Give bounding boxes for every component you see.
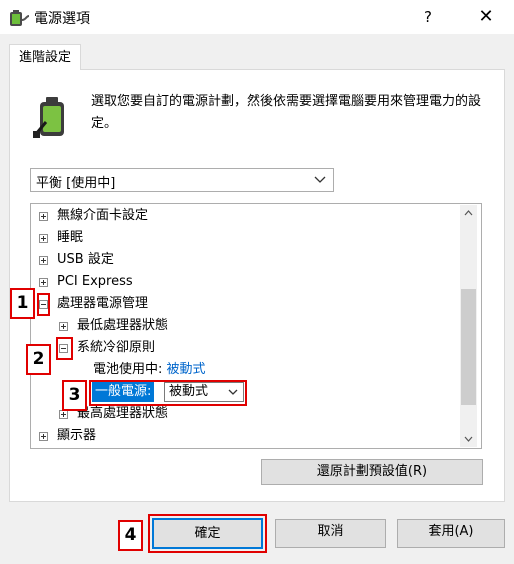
description-text: 選取您要自訂的電源計劃，然後依需要選擇電腦要用來管理電力的設定。	[91, 94, 482, 131]
power-battery-icon	[8, 8, 30, 28]
cancel-button[interactable]: 取消	[275, 519, 386, 548]
restore-defaults-button[interactable]: 還原計劃預設值(R)	[261, 459, 483, 485]
callout-number-1: 1	[10, 288, 35, 319]
settings-tree[interactable]: 無線介面卡設定 睡眠 USB 設定 PCI Express 處理器電源管理 最低…	[30, 203, 482, 449]
tree-item-label: 顯示器	[57, 428, 97, 443]
apply-button[interactable]: 套用(A)	[397, 519, 505, 548]
callout-number-4: 4	[118, 520, 143, 551]
callout-box-1	[37, 293, 50, 316]
callout-number-2: 2	[26, 344, 51, 375]
expand-icon[interactable]	[39, 278, 48, 287]
expand-icon[interactable]	[39, 256, 48, 265]
expand-icon[interactable]	[59, 410, 68, 419]
tree-item-label: USB 設定	[57, 252, 114, 267]
callout-box-2	[56, 337, 73, 360]
tree-item-label: 最低處理器狀態	[77, 318, 169, 333]
setting-value-link[interactable]: 被動式	[167, 362, 206, 377]
battery-plug-icon	[30, 94, 76, 140]
scrollbar-thumb[interactable]	[461, 289, 476, 405]
expand-icon[interactable]	[59, 322, 68, 331]
chevron-down-icon	[313, 171, 327, 187]
tree-item-label: 最高處理器狀態	[77, 406, 169, 421]
tree-item-label: 系統冷卻原則	[77, 340, 156, 355]
tree-item-label: 處理器電源管理	[57, 296, 149, 311]
callout-box-3	[89, 380, 247, 406]
power-plan-select[interactable]: 平衡 [使用中]	[30, 168, 334, 192]
tab-advanced-settings[interactable]: 進階設定	[9, 44, 81, 70]
help-button[interactable]: ?	[410, 3, 446, 31]
expand-icon[interactable]	[39, 234, 48, 243]
callout-box-4	[148, 514, 267, 553]
tree-item-label: 無線介面卡設定	[57, 208, 149, 223]
chevron-down-icon[interactable]	[460, 431, 477, 447]
setting-label: 電池使用中:	[93, 362, 163, 377]
expand-icon[interactable]	[39, 212, 48, 221]
tree-item-label: PCI Express	[57, 274, 133, 289]
tree-item-label: 睡眠	[57, 230, 84, 245]
window-title: 電源選項	[34, 11, 90, 27]
tree-item-on-battery[interactable]: 電池使用中: 被動式	[93, 359, 206, 381]
chevron-up-icon[interactable]	[460, 205, 477, 221]
callout-number-3: 3	[62, 380, 87, 411]
expand-icon[interactable]	[39, 432, 48, 441]
power-plan-value: 平衡 [使用中]	[36, 176, 116, 191]
close-button[interactable]: ✕	[466, 3, 506, 31]
